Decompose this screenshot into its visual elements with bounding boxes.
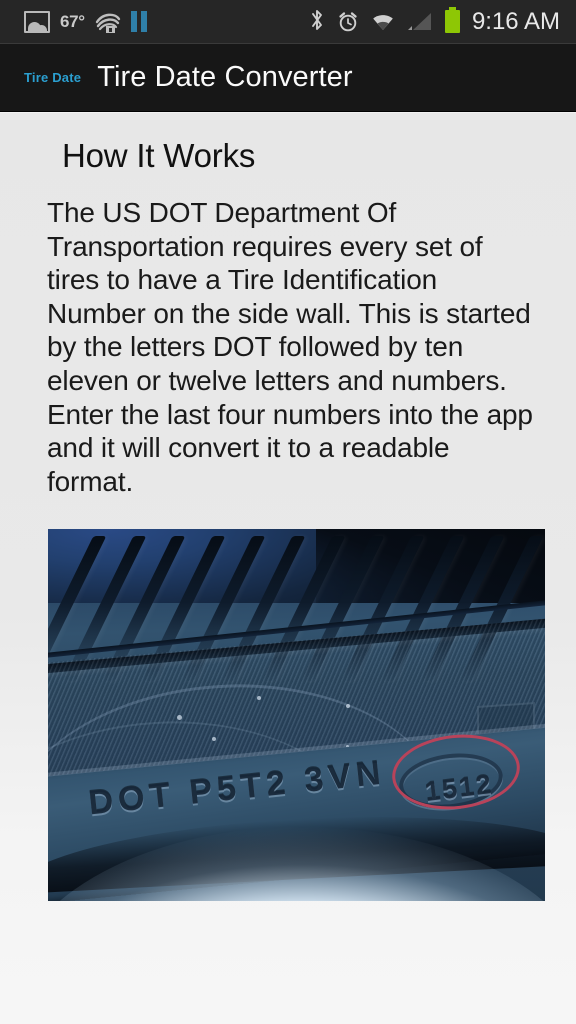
temperature-indicator: 67° (60, 11, 85, 31)
app-logo[interactable]: Tire Date (0, 70, 81, 85)
wifi-icon (371, 12, 395, 31)
app-screen: 67° 9:16 AM Tire Date Tire Date Converte… (0, 0, 576, 1024)
battery-icon (444, 7, 460, 33)
status-bar[interactable]: 67° 9:16 AM (0, 0, 576, 44)
signal-icon (407, 12, 433, 31)
pause-icon (130, 11, 147, 32)
audible-icon (95, 10, 121, 34)
photo-icon (24, 10, 50, 33)
section-heading: How It Works (62, 137, 256, 174)
body-paragraph: The US DOT Department Of Transportation … (47, 197, 533, 497)
status-bar-left: 67° (0, 10, 147, 34)
tire-photo-canvas: DOT P5T2 3VN 1512 (48, 529, 545, 901)
page-title: Tire Date Converter (97, 61, 353, 93)
content-area: How It Works The US DOT Department Of Tr… (0, 113, 576, 1024)
photo-speck (346, 703, 351, 708)
tire-photo: DOT P5T2 3VN 1512 (48, 529, 545, 901)
clock: 9:16 AM (471, 7, 560, 35)
bluetooth-icon (309, 8, 325, 36)
alarm-icon (337, 11, 359, 33)
action-bar: Tire Date Tire Date Converter (0, 44, 576, 112)
status-bar-right: 9:16 AM (309, 7, 576, 36)
